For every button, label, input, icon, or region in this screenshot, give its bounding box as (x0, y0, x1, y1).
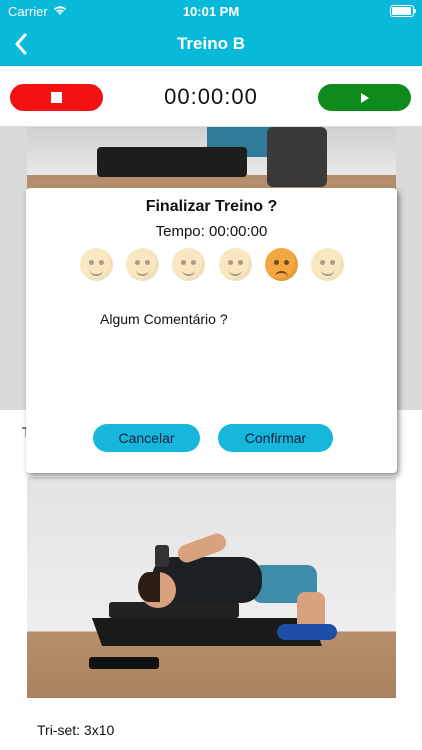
confirm-button[interactable]: Confirmar (218, 424, 333, 452)
mood-emoji-6-icon[interactable] (310, 248, 344, 281)
cancel-button[interactable]: Cancelar (93, 424, 200, 452)
timer-bar: 00:00:00 (0, 66, 422, 127)
play-button[interactable] (318, 84, 411, 111)
finish-workout-dialog: Finalizar Treino ? Tempo: 00:00:00 Algum… (26, 188, 397, 473)
mood-emoji-1-icon[interactable] (80, 248, 113, 281)
page-title: Treino B (176, 34, 245, 53)
mood-emoji-5-icon[interactable] (264, 248, 298, 281)
status-bar: Carrier 10:01 PM (0, 0, 422, 22)
sets-label: Tri-set: 3x10 (37, 722, 115, 738)
status-time: 10:01 PM (182, 4, 240, 19)
exercise-image (27, 477, 396, 698)
mood-emoji-4-icon[interactable] (218, 248, 252, 281)
mood-emoji-3-icon[interactable] (172, 248, 206, 281)
dialog-title: Finalizar Treino ? (145, 198, 278, 215)
mood-selector (80, 248, 344, 284)
navigation-bar: Treino B (0, 22, 422, 66)
mood-emoji-2-icon[interactable] (126, 248, 160, 281)
battery-icon (390, 5, 416, 17)
play-icon (360, 92, 369, 103)
comment-field[interactable]: Algum Comentário ? (100, 311, 228, 327)
dialog-time: Tempo: 00:00:00 (155, 223, 268, 240)
